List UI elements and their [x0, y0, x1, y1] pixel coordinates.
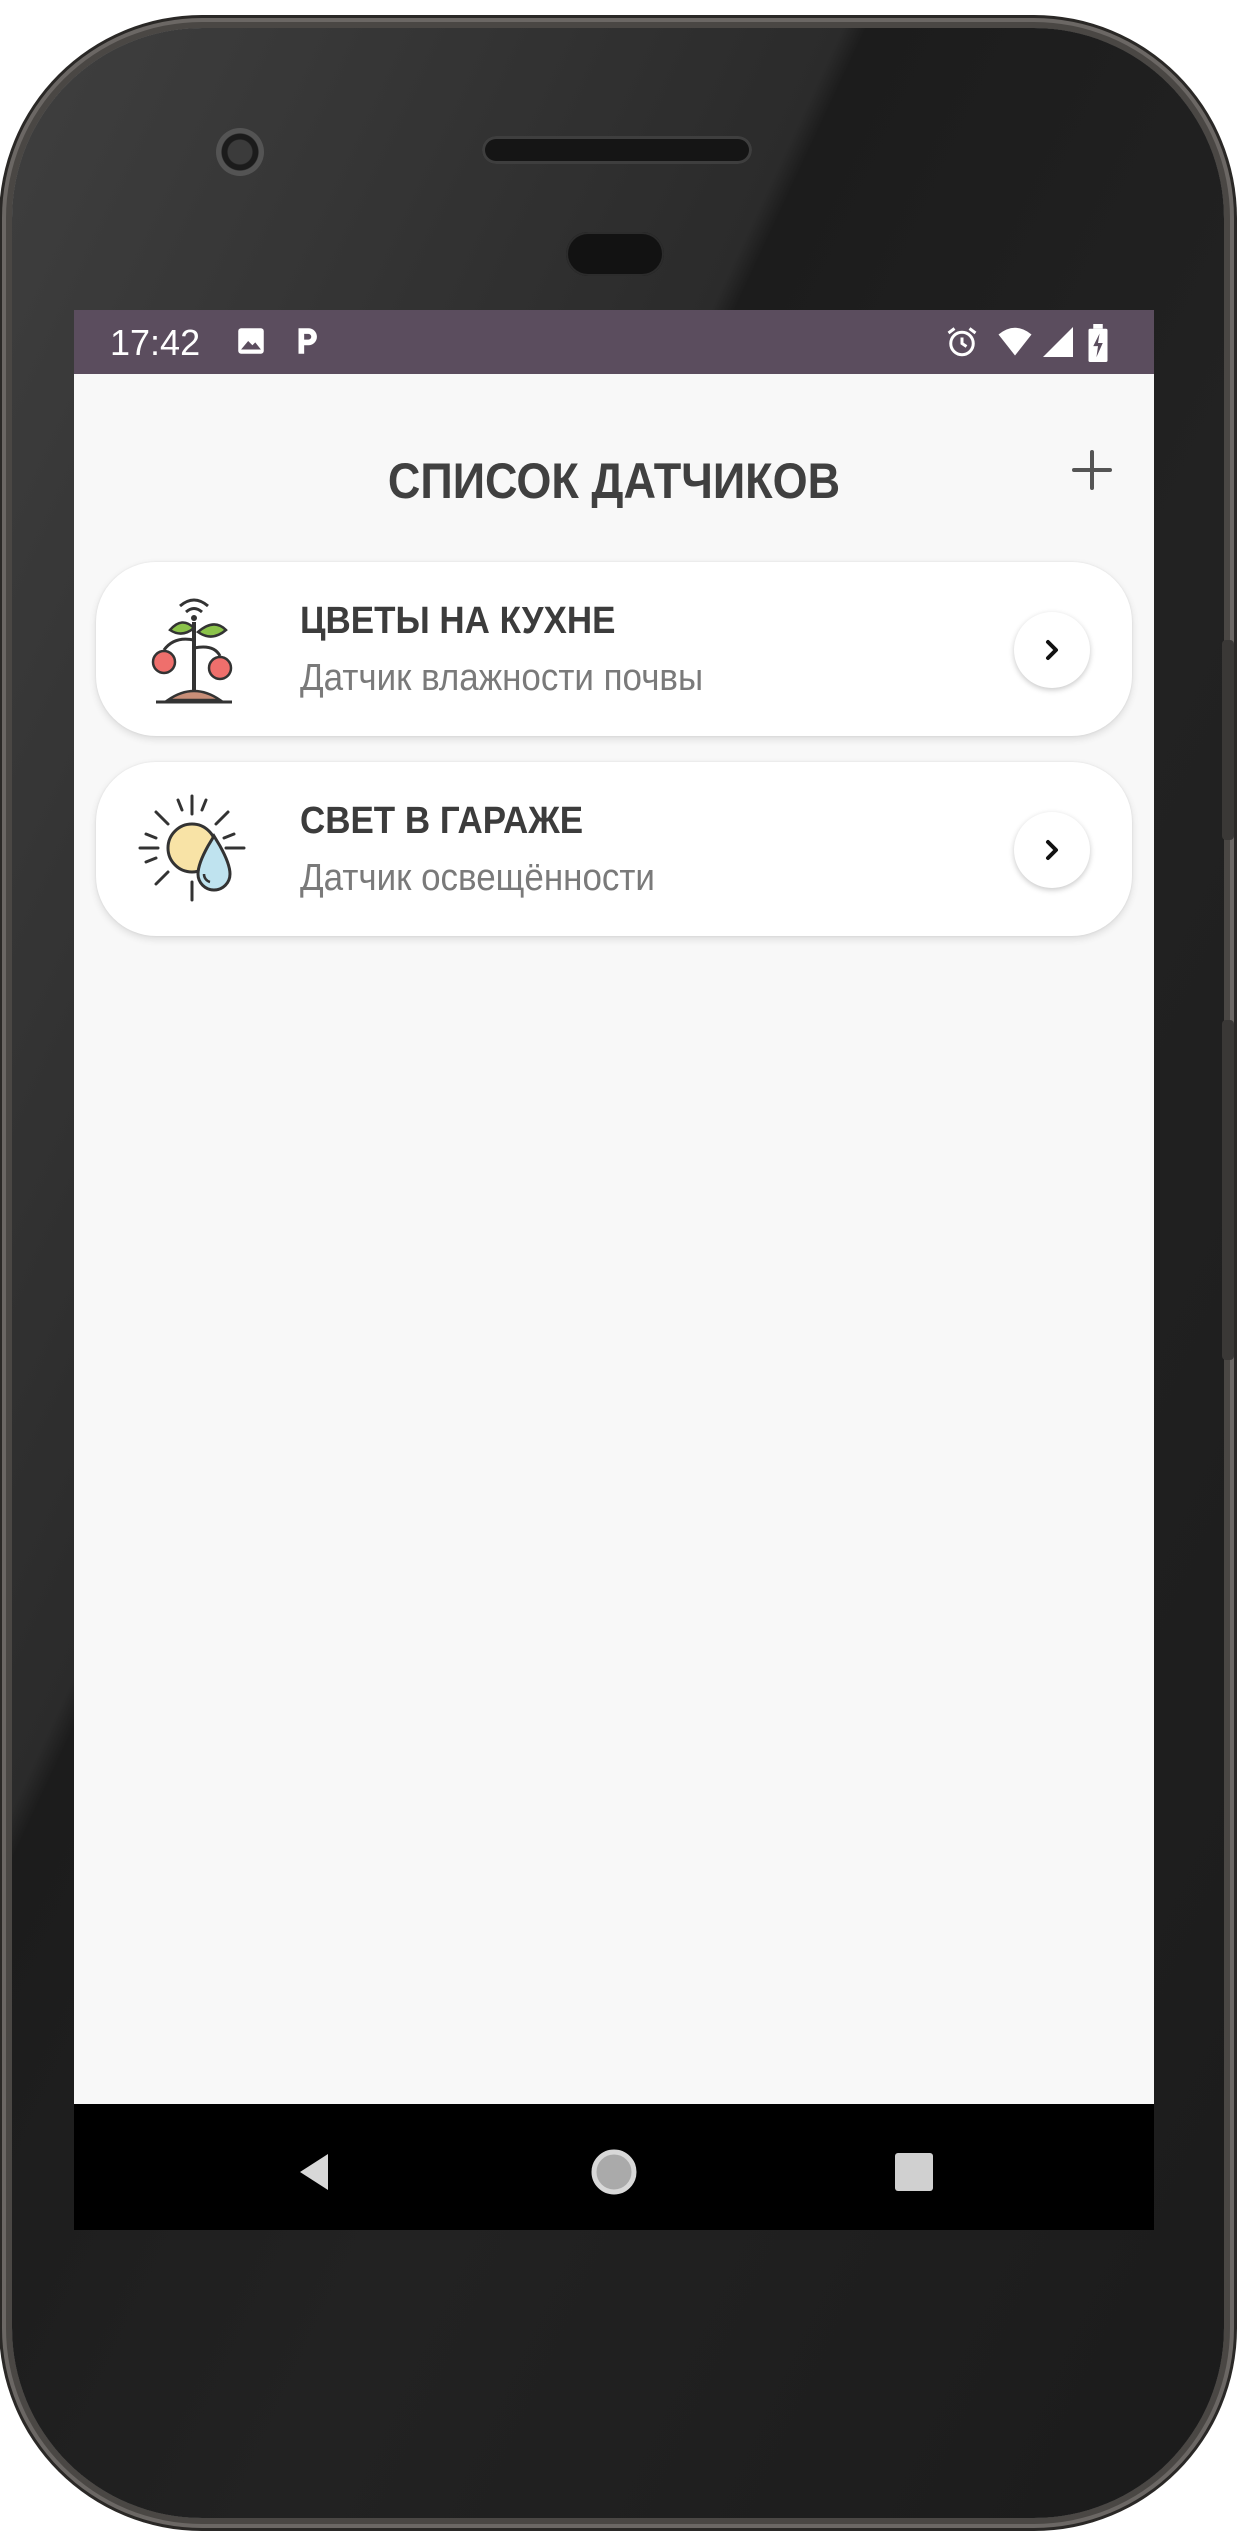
recents-icon — [895, 2153, 933, 2191]
alarm-icon — [944, 324, 980, 365]
open-sensor-button[interactable] — [1014, 612, 1090, 688]
volume-button — [1222, 1020, 1234, 1360]
battery-charging-icon — [1086, 324, 1110, 367]
recents-button[interactable] — [884, 2142, 944, 2202]
chevron-right-icon — [1046, 840, 1058, 860]
status-bar: 17:42 — [74, 310, 1154, 374]
add-sensor-button[interactable] — [1052, 430, 1132, 510]
home-icon — [591, 2149, 637, 2195]
nav-bar — [74, 2104, 1154, 2230]
screen: 17:42 СПИСОК ДАТЧИКОВ ЦВЕТЫ НА КУХНЕ Дат… — [74, 310, 1154, 2230]
sensor-type: Датчик влажности почвы — [300, 657, 704, 699]
wifi-icon — [996, 324, 1034, 365]
sensor-card[interactable]: ЦВЕТЫ НА КУХНЕ Датчик влажности почвы — [96, 562, 1132, 736]
power-button — [1222, 640, 1234, 840]
sensor-name: ЦВЕТЫ НА КУХНЕ — [300, 600, 616, 642]
status-time: 17:42 — [110, 322, 201, 363]
home-button[interactable] — [584, 2142, 644, 2202]
chevron-right-icon — [1046, 640, 1058, 660]
proximity-sensor — [566, 232, 664, 276]
plant-sensor-icon — [134, 588, 252, 710]
earpiece-speaker — [482, 136, 752, 164]
page-title: СПИСОК ДАТЧИКОВ — [387, 453, 841, 509]
front-camera — [216, 128, 264, 176]
sun-drop-icon — [134, 788, 252, 910]
sensor-name: СВЕТ В ГАРАЖЕ — [300, 800, 584, 842]
open-sensor-button[interactable] — [1014, 812, 1090, 888]
signal-icon — [1040, 324, 1076, 365]
app-header: СПИСОК ДАТЧИКОВ — [74, 374, 1154, 554]
image-icon — [234, 324, 268, 363]
back-icon — [300, 2154, 328, 2190]
parking-icon — [290, 324, 324, 363]
sensor-card[interactable]: СВЕТ В ГАРАЖЕ Датчик освещённости — [96, 762, 1132, 936]
back-button[interactable] — [284, 2142, 344, 2202]
plus-icon — [1072, 450, 1112, 490]
sensor-type: Датчик освещённости — [300, 857, 655, 899]
